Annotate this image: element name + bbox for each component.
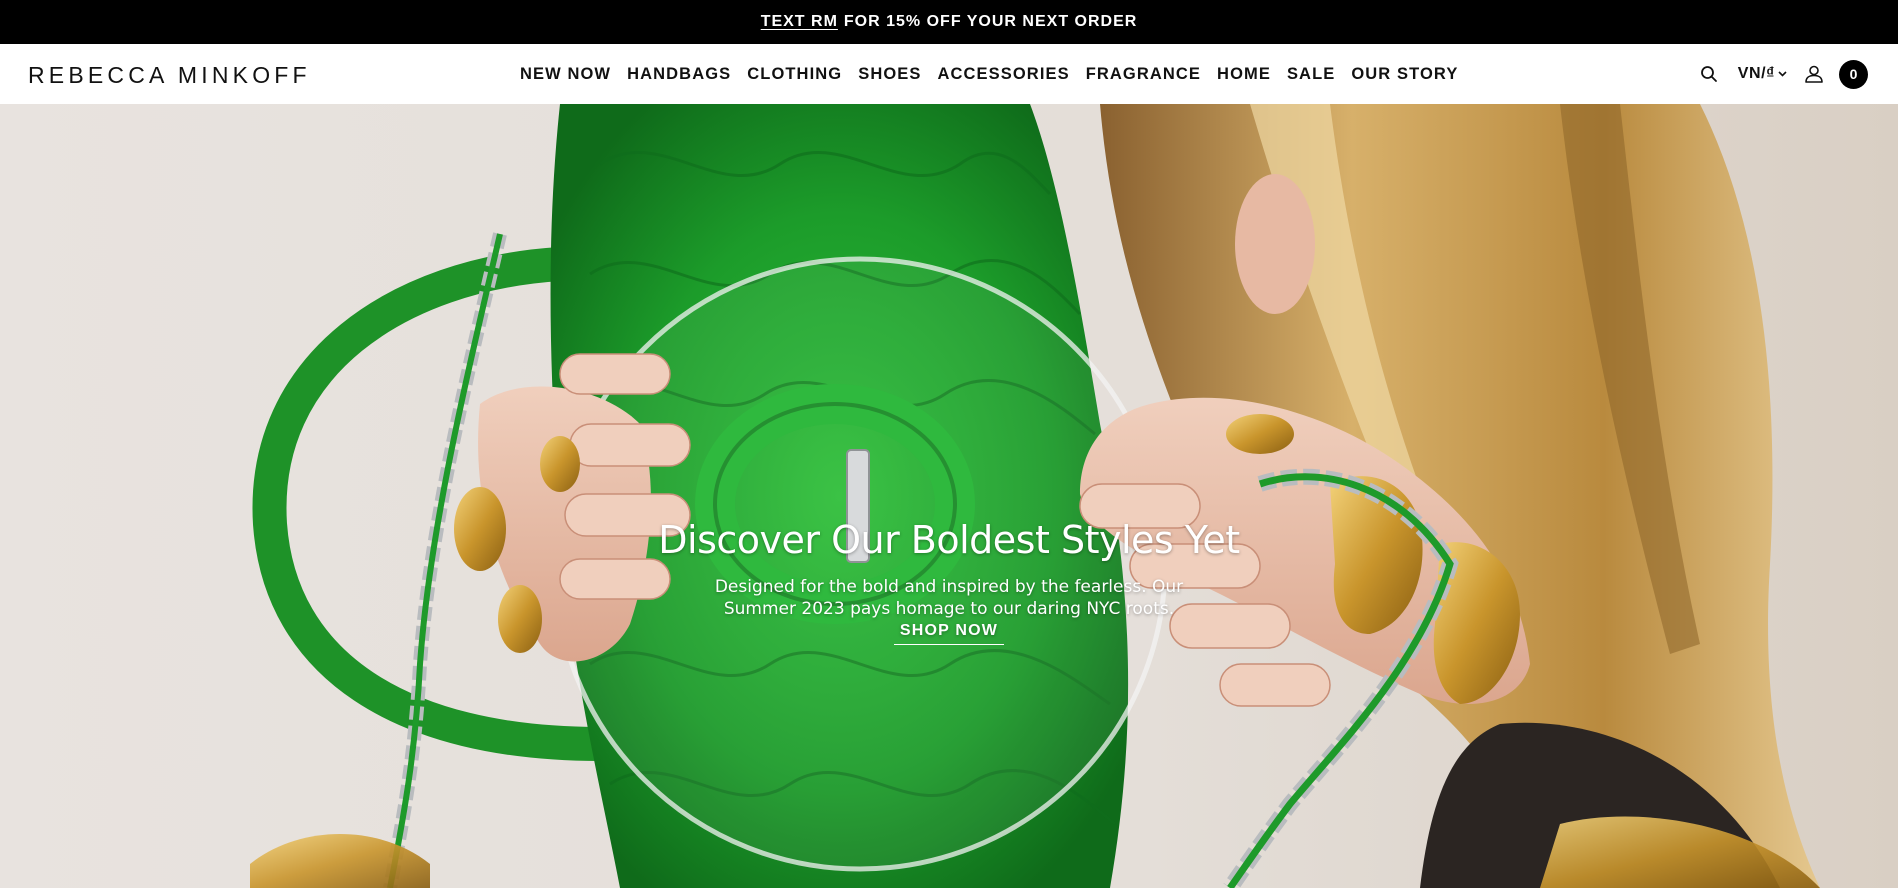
promo-text: FOR 15% OFF YOUR NEXT ORDER xyxy=(843,13,1138,30)
cart-button[interactable]: 0 xyxy=(1839,59,1868,89)
nav-item-new-now[interactable]: NEW NOW xyxy=(520,65,619,84)
user-icon[interactable] xyxy=(1803,63,1825,85)
chevron-down-icon xyxy=(1778,69,1787,79)
locale-selector[interactable]: VN/₫ xyxy=(1738,65,1787,83)
promo-bar: TEXT RM FOR 15% OFF YOUR NEXT ORDER xyxy=(0,0,1898,44)
search-icon[interactable] xyxy=(1698,63,1720,85)
nav-item-fragrance[interactable]: FRAGRANCE xyxy=(1078,65,1209,84)
promo-link[interactable]: TEXT RM xyxy=(761,13,838,31)
nav-item-handbags[interactable]: HANDBAGS xyxy=(619,65,739,84)
shop-now-button[interactable]: SHOP NOW xyxy=(893,622,1005,645)
brand-logo[interactable]: REBECCA MINKOFF xyxy=(28,62,311,89)
hero-banner: Discover Our Boldest Styles Yet Designed… xyxy=(0,104,1898,888)
main-nav: NEW NOW HANDBAGS CLOTHING SHOES ACCESSOR… xyxy=(520,44,1466,104)
hero-copy: Discover Our Boldest Styles Yet Designed… xyxy=(0,518,1898,645)
nav-item-home[interactable]: HOME xyxy=(1209,65,1279,84)
nav-item-our-story[interactable]: OUR STORY xyxy=(1343,65,1466,84)
hero-image xyxy=(0,104,1898,888)
nav-item-accessories[interactable]: ACCESSORIES xyxy=(930,65,1078,84)
nav-item-clothing[interactable]: CLOTHING xyxy=(739,65,850,84)
locale-label: VN/₫ xyxy=(1737,65,1775,82)
header-tools: VN/₫ 0 xyxy=(1698,44,1868,104)
nav-item-sale[interactable]: SALE xyxy=(1279,65,1343,84)
site-header: REBECCA MINKOFF NEW NOW HANDBAGS CLOTHIN… xyxy=(0,44,1898,104)
nav-item-shoes[interactable]: SHOES xyxy=(850,65,929,84)
hero-title: Discover Our Boldest Styles Yet xyxy=(658,518,1240,562)
hero-subtitle: Designed for the bold and inspired by th… xyxy=(714,577,1184,619)
